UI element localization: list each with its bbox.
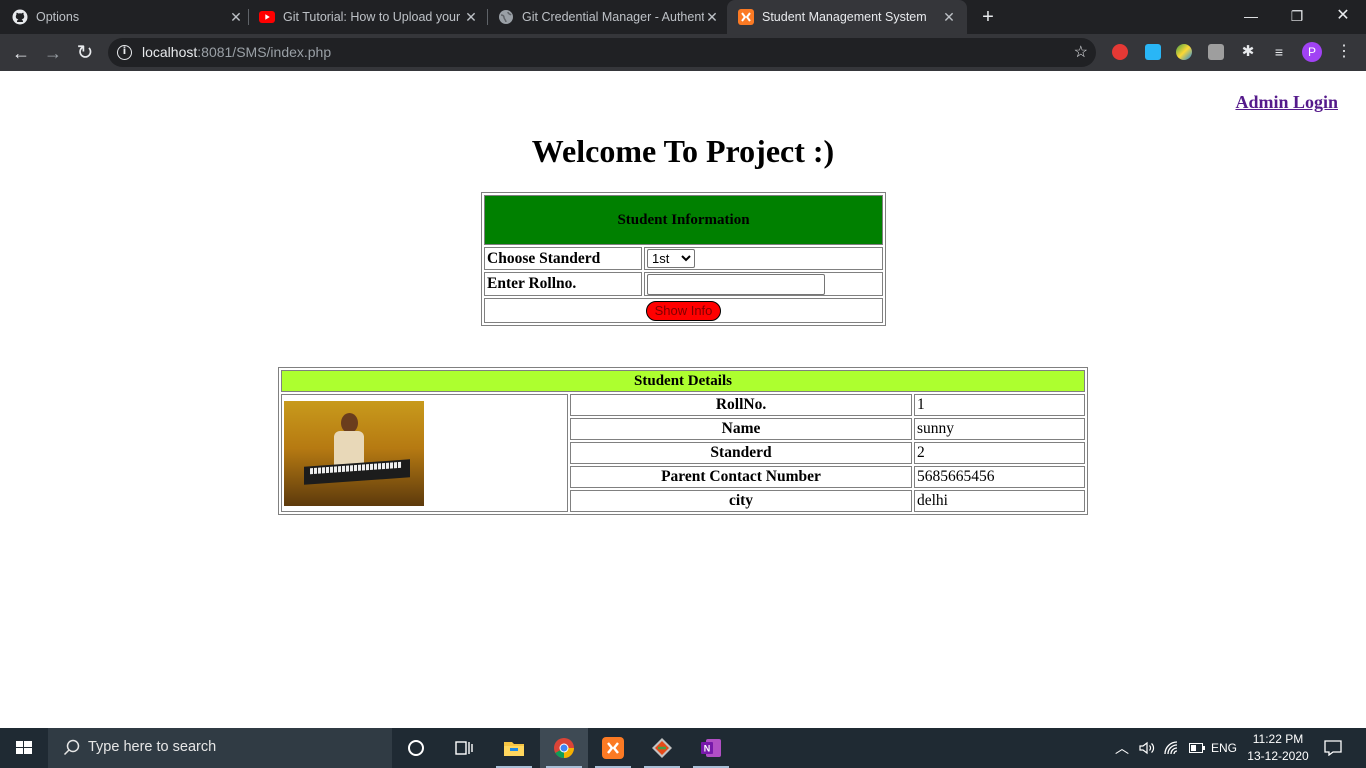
rollno-input[interactable] xyxy=(647,274,825,295)
detail-value: 2 xyxy=(914,442,1085,464)
detail-key: city xyxy=(570,490,912,512)
student-information-form: Student Information Choose Standerd 1st … xyxy=(481,192,886,326)
windows-taskbar: Type here to search N ︿ ENG 11:22 PM 13-… xyxy=(0,728,1366,768)
close-window-icon[interactable]: ✕ xyxy=(1320,0,1366,34)
notifications-icon[interactable] xyxy=(1322,728,1344,768)
extension-icon[interactable] xyxy=(1145,44,1161,60)
battery-icon[interactable] xyxy=(1186,728,1208,768)
cortana-icon[interactable] xyxy=(392,728,440,768)
system-clock[interactable]: 11:22 PM 13-12-2020 xyxy=(1238,731,1318,765)
student-details-table: Student Details RollNo. 1 Name sunny Sta… xyxy=(278,367,1088,515)
url-text[interactable]: localhost:8081/SMS/index.php xyxy=(142,44,331,60)
rollno-label: Enter Rollno. xyxy=(484,272,642,296)
bookmark-star-icon[interactable]: ☆ xyxy=(1074,42,1088,62)
clock-date: 13-12-2020 xyxy=(1247,749,1309,763)
clock-time: 11:22 PM xyxy=(1252,732,1304,746)
back-icon[interactable]: ← xyxy=(8,40,34,66)
table-row: RollNo. 1 xyxy=(281,394,1085,512)
close-icon[interactable]: ✕ xyxy=(463,9,479,26)
close-icon[interactable]: ✕ xyxy=(228,9,244,26)
browser-toolbar: ← → ↻ i localhost:8081/SMS/index.php ☆ ✱… xyxy=(0,34,1366,71)
detail-value: sunny xyxy=(914,418,1085,440)
show-hidden-icons-chevron-icon[interactable]: ︿ xyxy=(1112,728,1132,768)
search-placeholder: Type here to search xyxy=(88,739,217,755)
youtube-icon xyxy=(259,9,275,25)
site-info-icon[interactable]: i xyxy=(117,45,132,60)
student-photo xyxy=(284,400,424,506)
media-control-icon[interactable]: ≡ xyxy=(1271,44,1287,60)
windows-start-button[interactable] xyxy=(0,728,48,768)
detail-value: 5685665456 xyxy=(914,466,1085,488)
tab-title: Git Tutorial: How to Upload your xyxy=(283,10,461,24)
tab-title: Options xyxy=(36,10,80,24)
page-title: Welcome To Project :) xyxy=(531,133,835,169)
chrome-icon[interactable] xyxy=(540,728,588,768)
standard-select[interactable]: 1st xyxy=(647,249,695,268)
page-content: Admin Login Welcome To Project :) Studen… xyxy=(0,71,1366,728)
taskbar-search-box[interactable]: Type here to search xyxy=(48,728,392,768)
admin-login-link[interactable]: Admin Login xyxy=(1235,92,1338,113)
close-icon[interactable]: ✕ xyxy=(941,9,957,26)
language-indicator[interactable]: ENG xyxy=(1208,728,1240,768)
tab-title: Student Management System xyxy=(762,10,927,24)
browser-menu-icon[interactable]: ⋮ xyxy=(1336,44,1352,60)
xampp-icon xyxy=(738,9,754,25)
forward-icon[interactable]: → xyxy=(40,40,66,66)
detail-key: Name xyxy=(570,418,912,440)
detail-key: Standerd xyxy=(570,442,912,464)
github-icon xyxy=(12,9,28,25)
puzzle-extensions-icon[interactable]: ✱ xyxy=(1240,44,1256,60)
new-tab-button[interactable]: + xyxy=(977,5,999,29)
tab-title: Git Credential Manager - Authent xyxy=(522,10,704,24)
globe-icon xyxy=(498,9,514,25)
standard-label: Choose Standerd xyxy=(484,247,642,270)
extension-icon[interactable] xyxy=(1208,44,1224,60)
search-icon xyxy=(63,739,80,756)
task-view-icon[interactable] xyxy=(440,728,488,768)
detail-value: 1 xyxy=(914,394,1085,416)
adblock-extension-icon[interactable] xyxy=(1112,44,1128,60)
git-gui-icon[interactable] xyxy=(638,728,686,768)
tab-options[interactable]: Options ✕ xyxy=(12,0,244,34)
address-bar[interactable]: i localhost:8081/SMS/index.php ☆ xyxy=(108,38,1096,67)
wifi-icon[interactable] xyxy=(1161,728,1183,768)
browser-tab-strip: Options ✕ Git Tutorial: How to Upload yo… xyxy=(0,0,1366,34)
minimize-icon[interactable]: — xyxy=(1228,0,1274,34)
detail-key: RollNo. xyxy=(570,394,912,416)
file-explorer-icon[interactable] xyxy=(490,728,538,768)
details-heading: Student Details xyxy=(281,370,1085,392)
form-heading: Student Information xyxy=(484,195,883,245)
restore-icon[interactable]: ❐ xyxy=(1274,0,1320,34)
extension-icon[interactable] xyxy=(1176,44,1192,60)
windows-logo-icon xyxy=(16,741,32,754)
detail-value: delhi xyxy=(914,490,1085,512)
volume-icon[interactable] xyxy=(1136,728,1158,768)
tab-student-management-system[interactable]: Student Management System ✕ xyxy=(727,0,967,34)
onenote-icon[interactable]: N xyxy=(687,728,735,768)
svg-text:N: N xyxy=(704,744,711,754)
detail-key: Parent Contact Number xyxy=(570,466,912,488)
tab-git-credential-manager[interactable]: Git Credential Manager - Authent ✕ xyxy=(498,0,720,34)
reload-icon[interactable]: ↻ xyxy=(72,40,98,66)
xampp-control-icon[interactable] xyxy=(589,728,637,768)
profile-avatar[interactable]: P xyxy=(1302,42,1322,62)
close-icon[interactable]: ✕ xyxy=(704,9,720,26)
show-info-button[interactable]: Show Info xyxy=(646,300,721,321)
student-photo-cell xyxy=(281,394,568,512)
tab-git-tutorial[interactable]: Git Tutorial: How to Upload your ✕ xyxy=(259,0,479,34)
